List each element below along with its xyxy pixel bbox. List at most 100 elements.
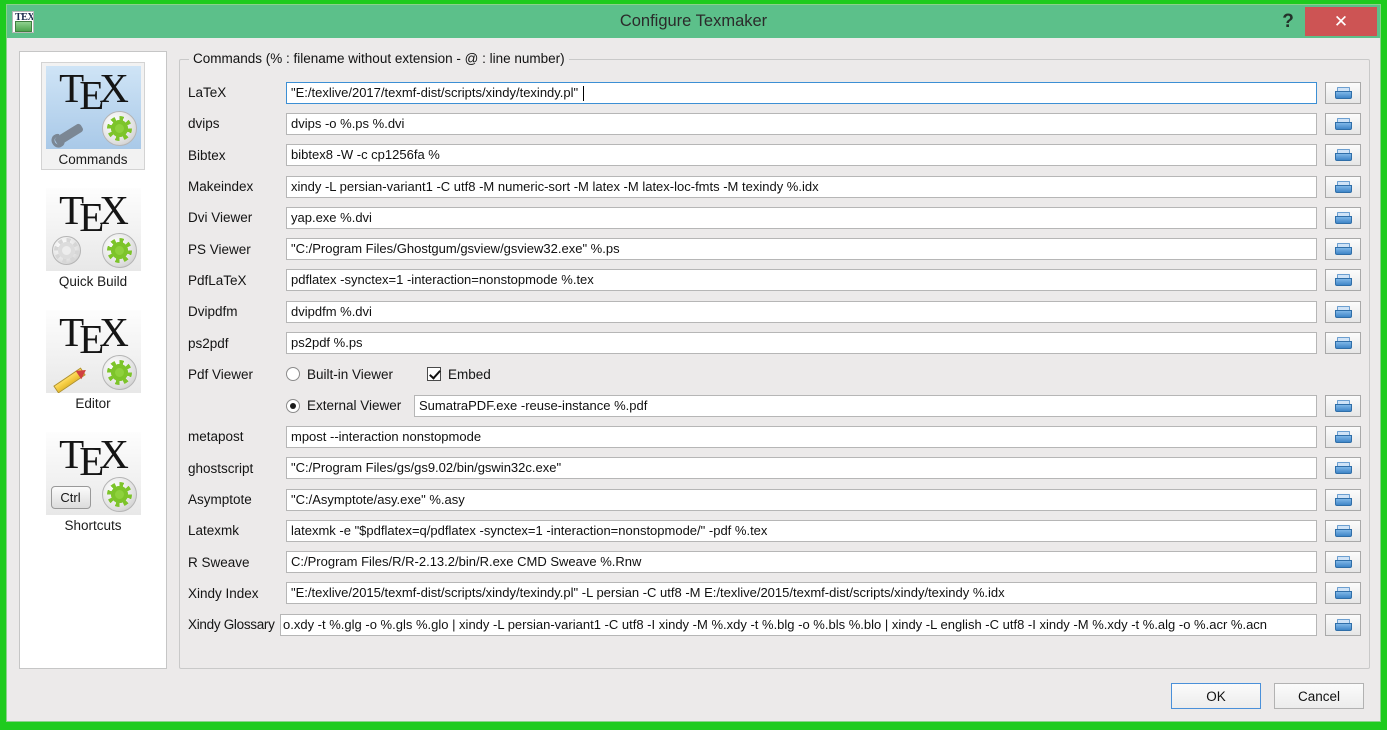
folder-icon xyxy=(1334,274,1352,287)
command-row-pdflatex: PdfLaTeX pdflatex -synctex=1 -interactio… xyxy=(188,265,1361,296)
help-button[interactable]: ? xyxy=(1271,5,1305,38)
folder-icon xyxy=(1334,399,1352,412)
folder-icon xyxy=(1334,556,1352,569)
browse-button[interactable] xyxy=(1325,582,1361,605)
command-row-makeindex: Makeindex xindy -L persian-variant1 -C u… xyxy=(188,171,1361,202)
dvips-command-input[interactable]: dvips -o %.ps %.dvi xyxy=(286,112,1317,135)
command-row-ghostscript: ghostscript "C:/Program Files/gs/gs9.02/… xyxy=(188,453,1361,484)
command-row-xindy-glossary: Xindy Glossary o.xdy -t %.glg -o %.gls %… xyxy=(188,609,1361,640)
command-rows: LaTeX "E:/texlive/2017/texmf-dist/script… xyxy=(188,60,1361,640)
folder-icon xyxy=(1334,86,1352,99)
dvi-viewer-command-input[interactable]: yap.exe %.dvi xyxy=(286,206,1317,229)
row-label: Xindy Index xyxy=(188,585,259,601)
command-row-r-sweave: R Sweave C:/Program Files/R/R-2.13.2/bin… xyxy=(188,546,1361,577)
sidebar-item-editor[interactable]: TEX Editor xyxy=(41,306,145,414)
gear-gray-icon xyxy=(51,236,81,265)
browse-button[interactable] xyxy=(1325,457,1361,480)
browse-button[interactable] xyxy=(1325,206,1361,229)
external-viewer-command-input[interactable]: SumatraPDF.exe -reuse-instance %.pdf xyxy=(414,394,1317,417)
makeindex-command-input[interactable]: xindy -L persian-variant1 -C utf8 -M num… xyxy=(286,175,1317,198)
ok-button[interactable]: OK xyxy=(1171,683,1261,709)
shortcuts-icon: TEX Ctrl xyxy=(45,432,141,515)
row-label: Asymptote xyxy=(188,492,252,507)
command-row-pdf-viewer-external: External Viewer SumatraPDF.exe -reuse-in… xyxy=(188,390,1361,421)
browse-button[interactable] xyxy=(1325,300,1361,323)
latexmk-command-input[interactable]: latexmk -e "$pdflatex=q/pdflatex -syncte… xyxy=(286,519,1317,542)
browse-button[interactable] xyxy=(1325,269,1361,292)
pdflatex-command-input[interactable]: pdflatex -synctex=1 -interaction=nonstop… xyxy=(286,269,1317,292)
folder-icon xyxy=(1334,180,1352,193)
latex-command-input[interactable]: "E:/texlive/2017/texmf-dist/scripts/xind… xyxy=(286,81,1317,104)
browse-button[interactable] xyxy=(1325,332,1361,355)
sidebar-item-label: Quick Build xyxy=(58,274,128,289)
command-row-latex: LaTeX "E:/texlive/2017/texmf-dist/script… xyxy=(188,77,1361,108)
builtin-viewer-label: Built-in Viewer xyxy=(307,366,394,382)
browse-button[interactable] xyxy=(1325,551,1361,574)
sidebar-item-label: Commands xyxy=(58,152,128,167)
sidebar-item-quick-build[interactable]: TEX Quick Build xyxy=(41,184,145,292)
gear-icon xyxy=(101,233,137,268)
window-title: Configure Texmaker xyxy=(619,12,768,30)
folder-icon xyxy=(1334,337,1352,350)
dialog-footer: OK Cancel xyxy=(7,673,1380,721)
browse-button[interactable] xyxy=(1325,488,1361,511)
browse-button[interactable] xyxy=(1325,81,1361,104)
command-row-pdf-viewer-builtin: Pdf Viewer Built-in Viewer Embed xyxy=(188,359,1361,390)
texmaker-app-icon: TEX xyxy=(12,10,34,33)
sidebar-item-label: Editor xyxy=(75,396,111,411)
ghostscript-command-input[interactable]: "C:/Program Files/gs/gs9.02/bin/gswin32c… xyxy=(286,457,1317,480)
browse-button[interactable] xyxy=(1325,394,1361,417)
ctrl-key-icon: Ctrl xyxy=(50,486,91,509)
commands-groupbox: Commands (% : filename without extension… xyxy=(179,51,1370,669)
external-viewer-label: External Viewer xyxy=(307,398,402,414)
sidebar-item-shortcuts[interactable]: TEX Ctrl Shortcuts xyxy=(41,428,145,536)
dialog-body: TEX Commands TEX Quick Build TEX Editor … xyxy=(7,38,1380,673)
external-viewer-radio-group[interactable]: External Viewer xyxy=(286,398,414,413)
sidebar-item-commands[interactable]: TEX Commands xyxy=(41,62,145,170)
radio-external-viewer-icon[interactable] xyxy=(286,398,300,413)
tex-icon-badge xyxy=(15,20,32,32)
row-label: R Sweave xyxy=(188,554,250,570)
builtin-viewer-radio-group[interactable]: Built-in Viewer xyxy=(286,367,414,382)
pdf-viewer-options: Built-in Viewer Embed xyxy=(286,367,1361,382)
folder-icon xyxy=(1334,117,1352,130)
cancel-button[interactable]: Cancel xyxy=(1274,683,1364,709)
r-sweave-command-input[interactable]: C:/Program Files/R/R-2.13.2/bin/R.exe CM… xyxy=(286,551,1317,574)
embed-checkbox[interactable] xyxy=(427,367,441,382)
command-row-ps-viewer: PS Viewer "C:/Program Files/Ghostgum/gsv… xyxy=(188,233,1361,264)
metapost-command-input[interactable]: mpost --interaction nonstopmode xyxy=(286,425,1317,448)
ps2pdf-command-input[interactable]: ps2pdf %.ps xyxy=(286,332,1317,355)
close-icon[interactable]: ✕ xyxy=(1305,7,1377,36)
folder-icon xyxy=(1334,211,1352,224)
browse-button[interactable] xyxy=(1325,175,1361,198)
browse-button[interactable] xyxy=(1325,144,1361,167)
browse-button[interactable] xyxy=(1325,425,1361,448)
browse-button[interactable] xyxy=(1325,519,1361,542)
settings-category-list: TEX Commands TEX Quick Build TEX Editor … xyxy=(19,51,167,669)
window-controls: ? ✕ xyxy=(1271,5,1380,38)
row-label: Xindy Glossary xyxy=(188,617,275,633)
row-label: ps2pdf xyxy=(188,335,229,351)
ps-viewer-command-input[interactable]: "C:/Program Files/Ghostgum/gsview/gsview… xyxy=(286,238,1317,261)
browse-button[interactable] xyxy=(1325,112,1361,135)
dvipdfm-command-input[interactable]: dvipdfm %.dvi xyxy=(286,300,1317,323)
bibtex-command-input[interactable]: bibtex8 -W -c cp1256fa % xyxy=(286,144,1317,167)
gear-icon xyxy=(101,477,137,512)
asymptote-command-input[interactable]: "C:/Asymptote/asy.exe" %.asy xyxy=(286,488,1317,511)
radio-builtin-viewer-icon[interactable] xyxy=(286,367,300,382)
browse-button[interactable] xyxy=(1325,613,1361,636)
gear-icon xyxy=(101,111,137,146)
wrench-icon xyxy=(53,122,84,147)
folder-icon xyxy=(1334,305,1352,318)
folder-icon xyxy=(1334,462,1352,475)
xindy-index-command-input[interactable]: "E:/texlive/2015/texmf-dist/scripts/xind… xyxy=(286,582,1317,605)
folder-icon xyxy=(1334,524,1352,537)
commands-icon: TEX xyxy=(45,66,141,149)
xindy-glossary-command-input[interactable]: o.xdy -t %.glg -o %.gls %.glo | xindy -L… xyxy=(280,613,1317,636)
command-row-dvips: dvips dvips -o %.ps %.dvi xyxy=(188,108,1361,139)
browse-button[interactable] xyxy=(1325,238,1361,261)
command-row-ps2pdf: ps2pdf ps2pdf %.ps xyxy=(188,327,1361,358)
title-bar: TEX Configure Texmaker ? ✕ xyxy=(7,5,1380,38)
command-row-asymptote: Asymptote "C:/Asymptote/asy.exe" %.asy xyxy=(188,484,1361,515)
pdf-viewer-label: Pdf Viewer xyxy=(188,366,254,382)
